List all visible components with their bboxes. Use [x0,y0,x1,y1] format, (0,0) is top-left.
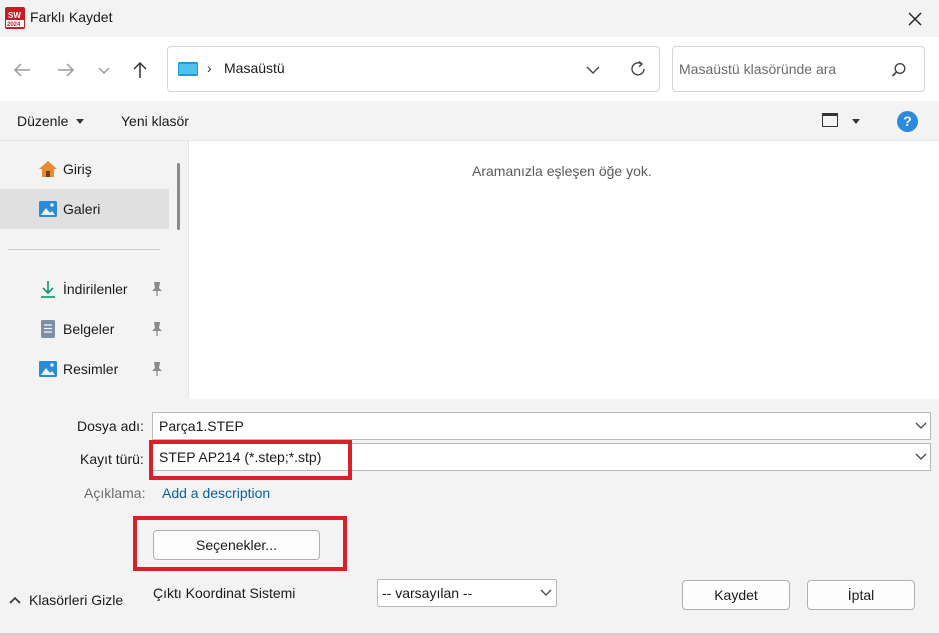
chevron-down-icon[interactable] [915,421,927,431]
add-description-link[interactable]: Add a description [162,485,270,501]
sidebar-item-label: Belgeler [63,321,115,337]
sidebar-item-pictures[interactable]: Resimler [0,349,169,389]
output-coordinate-label: Çıktı Koordinat Sistemi [153,585,296,601]
file-list-pane[interactable]: Aramanızla eşleşen öğe yok. [190,141,939,399]
chevron-down-icon[interactable] [540,588,552,598]
sidebar-item-documents[interactable]: Belgeler [0,309,169,349]
pin-icon[interactable] [150,281,164,297]
desktop-folder-icon [178,62,198,76]
view-caret-down-icon[interactable] [852,119,860,124]
help-icon[interactable]: ? [897,111,918,132]
address-bar[interactable]: › Masaüstü [167,46,660,92]
breadcrumb[interactable]: Masaüstü [224,60,285,76]
view-layout-icon[interactable] [822,113,838,127]
save-options-panel: Dosya adı: Parça1.STEP Kayıt türü: STEP … [0,399,939,635]
new-folder-button[interactable]: Yeni klasör [121,113,189,129]
sidebar-item-home[interactable]: Giriş [0,149,169,189]
sidebar-item-gallery[interactable]: Galeri [0,189,169,229]
filetype-highlight-box [149,440,352,480]
caret-down-icon [76,119,84,124]
filename-value: Parça1.STEP [159,418,244,434]
solidworks-2024-icon: SW 2024 [5,7,25,29]
cancel-button[interactable]: İptal [807,580,915,610]
title-bar: SW 2024 Farklı Kaydet [0,0,939,37]
save-button[interactable]: Kaydet [682,580,790,610]
hide-folders-toggle[interactable]: Klasörleri Gizle [29,592,123,608]
coordinate-system-value: -- varsayılan -- [382,585,473,601]
address-dropdown-icon[interactable] [584,61,602,79]
up-arrow-icon[interactable] [127,58,153,82]
chevron-right-icon: › [207,60,212,76]
search-icon[interactable] [890,61,908,79]
sidebar-item-label: Resimler [63,361,119,377]
sidebar-divider [8,249,160,250]
empty-results-message: Aramanızla eşleşen öğe yok. [472,163,652,179]
home-icon [39,161,57,177]
sidebar-item-label: Galeri [63,201,101,217]
refresh-icon[interactable] [627,58,649,80]
command-bar: Düzenle Yeni klasör ? [0,101,939,141]
window-title: Farklı Kaydet [30,9,113,25]
description-label: Açıklama: [84,485,146,501]
recent-locations-chevron-icon[interactable] [91,58,117,82]
sidebar-item-label: Giriş [63,161,92,177]
back-arrow-icon[interactable] [9,58,35,82]
filetype-label: Kayıt türü: [80,451,144,467]
chevron-down-icon[interactable] [915,452,927,462]
gallery-icon [39,201,57,217]
documents-icon [41,320,55,338]
coordinate-system-select[interactable]: -- varsayılan -- [377,579,557,607]
filename-label: Dosya adı: [77,418,144,434]
sidebar-item-label: İndirilenler [63,281,128,297]
pictures-icon [39,361,57,377]
sidebar-item-downloads[interactable]: İndirilenler [0,269,169,309]
pin-icon[interactable] [150,321,164,337]
chevron-up-icon[interactable] [8,594,22,606]
search-placeholder: Masaüstü klasöründe ara [679,61,837,77]
filename-field[interactable]: Parça1.STEP [152,412,931,440]
pin-icon[interactable] [150,361,164,377]
navigation-bar: › Masaüstü Masaüstü klasöründe ara [0,37,939,101]
options-highlight-box [133,516,347,571]
forward-arrow-icon[interactable] [53,58,79,82]
download-icon [41,281,55,298]
search-input[interactable]: Masaüstü klasöründe ara [672,46,925,92]
navigation-pane: Giriş Galeri İndirilenler Belgeler Resim… [0,141,189,399]
svg-text:2024: 2024 [7,22,21,28]
organize-menu[interactable]: Düzenle [17,113,68,129]
svg-text:SW: SW [8,11,21,20]
close-icon[interactable] [904,8,926,30]
sidebar-scrollbar[interactable] [177,163,180,230]
